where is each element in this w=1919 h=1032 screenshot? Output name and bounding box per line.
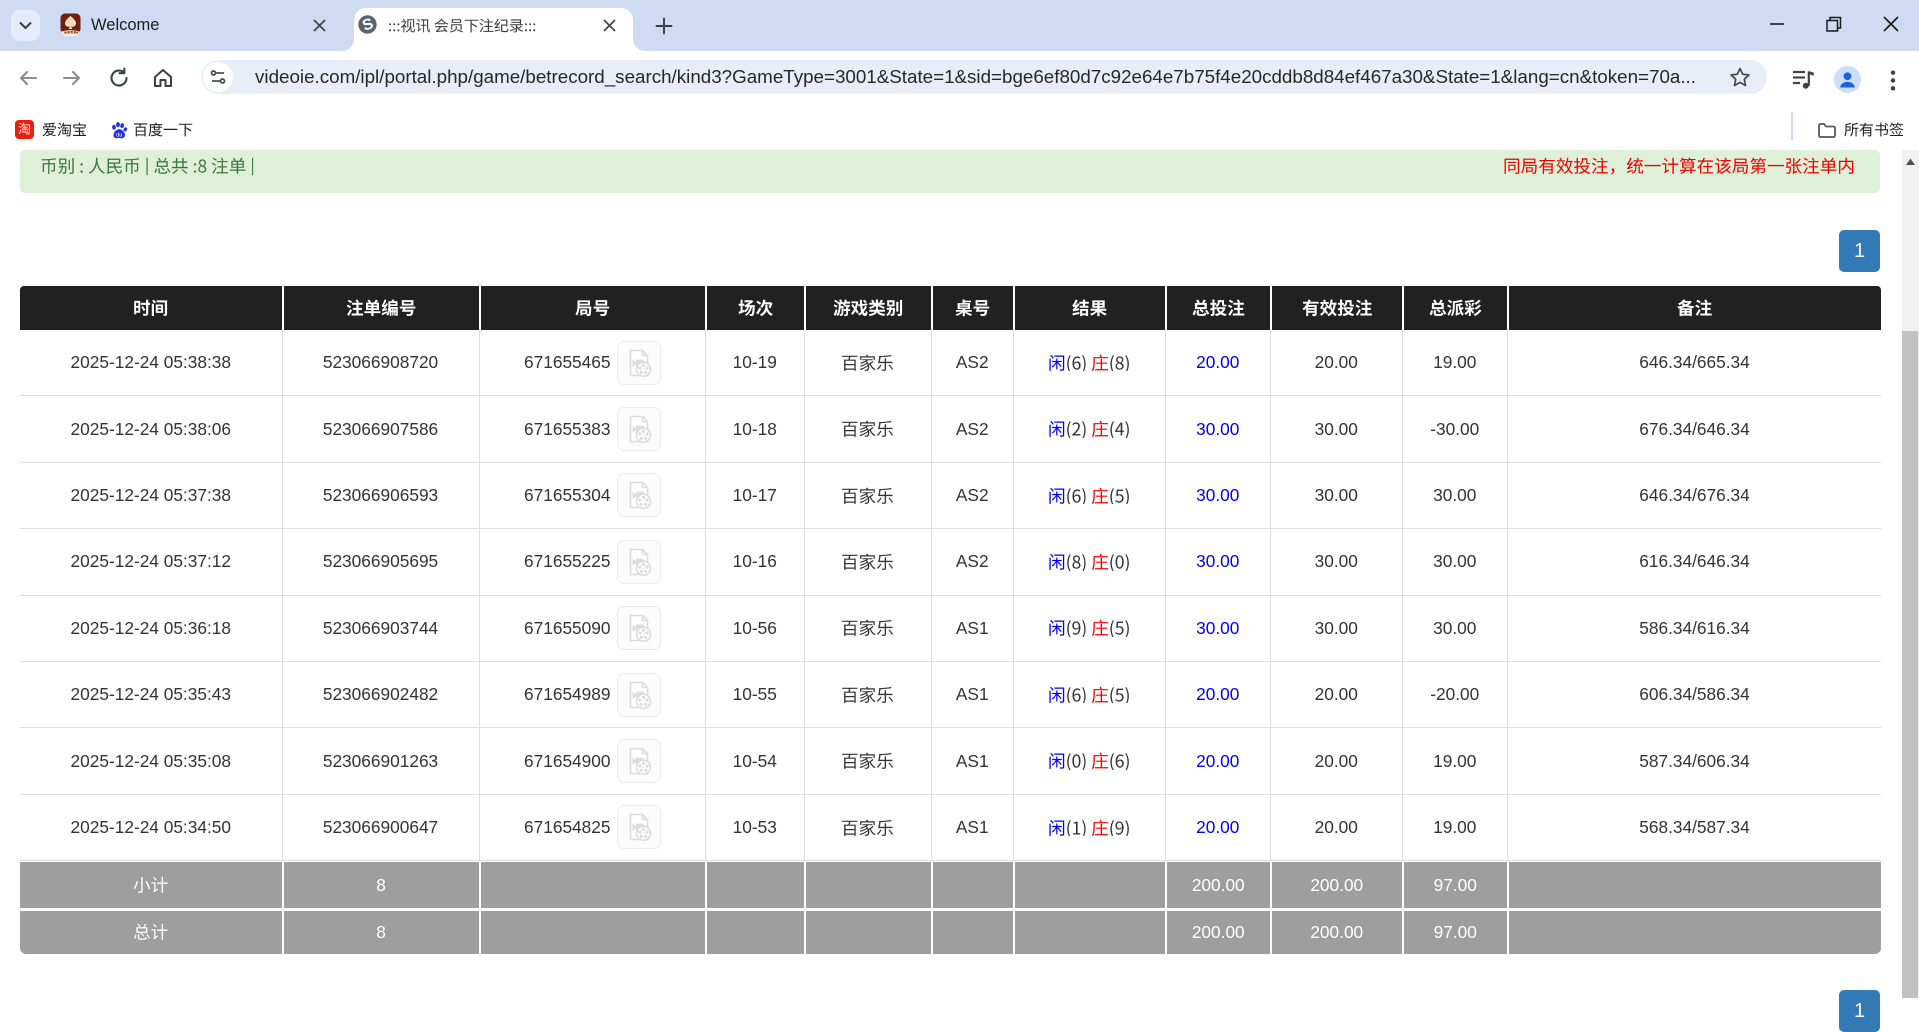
- svg-text:du: du: [116, 132, 122, 138]
